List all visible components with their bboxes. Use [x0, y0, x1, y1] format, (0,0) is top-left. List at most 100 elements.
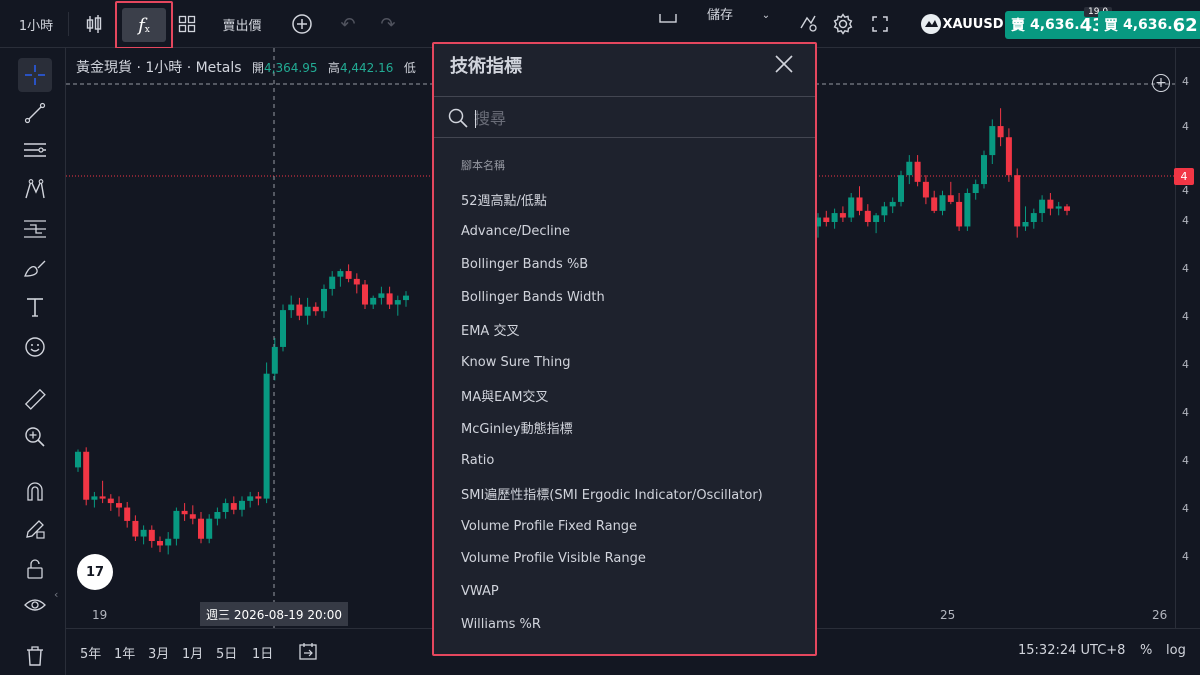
emoji-icon[interactable] — [18, 330, 52, 364]
legend-title[interactable]: 黃金現貨 · 1小時 · Metals — [76, 60, 242, 76]
candle-body — [823, 217, 830, 222]
magnet-icon[interactable] — [18, 474, 52, 508]
price-type-label: 賣出價 — [222, 18, 262, 34]
indicator-item[interactable]: MA與EAM交叉 — [434, 379, 815, 411]
trash-icon[interactable] — [18, 638, 52, 672]
price-axis[interactable]: 4 4 4 4 4 4 4 4 4 4 4 — [1175, 48, 1200, 628]
indicators-dialog: 技術指標 腳本名稱 52週高點/低點Advance/DeclineBolling… — [432, 42, 817, 656]
candle-body — [157, 541, 163, 546]
candle-body — [132, 520, 139, 537]
indicator-item[interactable]: Bollinger Bands %B — [434, 248, 815, 280]
trend-line-icon[interactable] — [18, 96, 52, 130]
candle-body — [881, 206, 888, 216]
indicator-item[interactable]: Volume Profile Fixed Range — [434, 510, 815, 542]
save-label: 儲存 — [706, 8, 733, 23]
legend-high-value: 4,442.16 — [339, 61, 394, 75]
brush-icon[interactable] — [18, 252, 52, 286]
candle-body — [831, 213, 838, 222]
lock-drawing-pencil-icon[interactable] — [18, 512, 52, 546]
redo-icon[interactable]: ↷ — [374, 0, 402, 48]
pattern-icon[interactable] — [18, 172, 52, 206]
indicator-item[interactable]: VWAP — [434, 575, 815, 607]
clock-timezone[interactable]: 15:32:24 UTC+8 — [1018, 643, 1125, 658]
buy-price-pips: 62 — [1172, 14, 1198, 36]
add-compare-icon[interactable] — [286, 0, 318, 48]
time-tick: 19 — [92, 608, 108, 622]
candle-body — [989, 126, 996, 156]
indicator-item[interactable]: Ratio — [434, 445, 815, 477]
range-5d-button[interactable]: 5日 — [216, 643, 237, 662]
interval-button[interactable]: 1小時 — [10, 0, 62, 48]
indicator-item[interactable]: Bollinger Bands Width — [434, 281, 815, 313]
fullscreen-icon[interactable] — [866, 0, 894, 48]
indicator-item[interactable]: 52週高點/低點 — [434, 183, 815, 215]
indicator-item[interactable]: EMA 交叉 — [434, 314, 815, 346]
section-header: 腳本名稱 — [461, 159, 505, 172]
candle-body — [370, 297, 377, 305]
sell-label: 賣 — [1011, 18, 1025, 34]
candles-chart-type-icon[interactable] — [78, 0, 110, 48]
candle-body — [280, 310, 286, 347]
range-1d-button[interactable]: 1日 — [252, 643, 273, 662]
indicator-item[interactable]: Volume Profile Visible Range — [434, 543, 815, 575]
indicator-item[interactable]: Williams %R — [434, 608, 815, 640]
fib-levels-icon[interactable] — [18, 212, 52, 246]
unlock-icon[interactable] — [18, 552, 52, 586]
eye-visibility-icon[interactable] — [18, 588, 52, 622]
log-scale-toggle[interactable]: log — [1166, 643, 1186, 658]
indicator-item[interactable]: Know Sure Thing — [434, 347, 815, 379]
fx-icon: fx — [122, 8, 166, 42]
indicator-item[interactable]: SMI遍歷性指標(SMI Ergodic Indicator/Oscillato… — [434, 477, 815, 509]
search-icon — [448, 108, 468, 128]
settings-gear-icon[interactable] — [828, 0, 858, 48]
alert-icon[interactable] — [794, 0, 822, 48]
price-tick: 4 — [1182, 120, 1189, 133]
candle-body — [222, 503, 229, 512]
sell-price-main: 4,636. — [1030, 17, 1080, 33]
add-alert-plus-icon[interactable]: + — [1152, 74, 1170, 92]
search-input[interactable] — [474, 107, 794, 129]
collapse-toolbar-chevron-icon[interactable]: ‹ — [54, 588, 66, 604]
indicators-button[interactable]: fx — [115, 1, 173, 49]
candle-body — [288, 304, 295, 311]
candle-body — [124, 507, 131, 521]
candle-body — [972, 184, 979, 193]
range-3m-button[interactable]: 3月 — [148, 643, 169, 662]
symbol-name[interactable]: XAUUSD — [943, 0, 1004, 48]
indicator-item[interactable]: Advance/Decline — [434, 216, 815, 248]
tradingview-logo[interactable]: 17 — [77, 554, 113, 590]
candle-body — [230, 503, 237, 510]
price-tick: 4 — [1182, 75, 1189, 88]
template-icon[interactable] — [654, 0, 682, 48]
ruler-icon[interactable] — [18, 382, 52, 416]
buy-button[interactable]: 買 4,636. 62 — [1098, 11, 1200, 39]
candle-body — [329, 276, 336, 289]
zoom-in-icon[interactable] — [18, 420, 52, 454]
candle-body — [189, 514, 196, 519]
candle-body — [214, 512, 221, 519]
candle-body — [116, 503, 122, 508]
text-tool-icon[interactable] — [18, 290, 52, 324]
candle-body — [889, 201, 896, 207]
horizontal-lines-icon[interactable] — [18, 134, 52, 168]
layouts-grid-icon[interactable] — [172, 0, 202, 48]
price-tick: 4 — [1182, 406, 1189, 419]
undo-icon[interactable]: ↶ — [334, 0, 362, 48]
close-icon[interactable] — [772, 52, 796, 76]
candle-body — [906, 161, 913, 176]
range-1y-button[interactable]: 1年 — [114, 643, 135, 662]
save-chevron-down-icon[interactable]: ⌄ — [756, 0, 776, 30]
candle-body — [856, 197, 863, 211]
candle-body — [848, 197, 855, 218]
price-type-button[interactable]: 賣出價 — [214, 0, 270, 48]
range-5y-button[interactable]: 5年 — [80, 643, 101, 662]
candle-body — [1030, 213, 1037, 222]
range-1m-button[interactable]: 1月 — [182, 643, 203, 662]
save-button[interactable]: 儲存 — [700, 0, 740, 26]
indicator-item[interactable]: McGinley動態指標 — [434, 412, 815, 444]
go-to-date-calendar-icon[interactable] — [298, 641, 318, 665]
percent-scale-toggle[interactable]: % — [1140, 643, 1152, 658]
candle-body — [337, 271, 344, 277]
crosshair-icon[interactable] — [18, 58, 52, 92]
candle-body — [1047, 199, 1054, 209]
